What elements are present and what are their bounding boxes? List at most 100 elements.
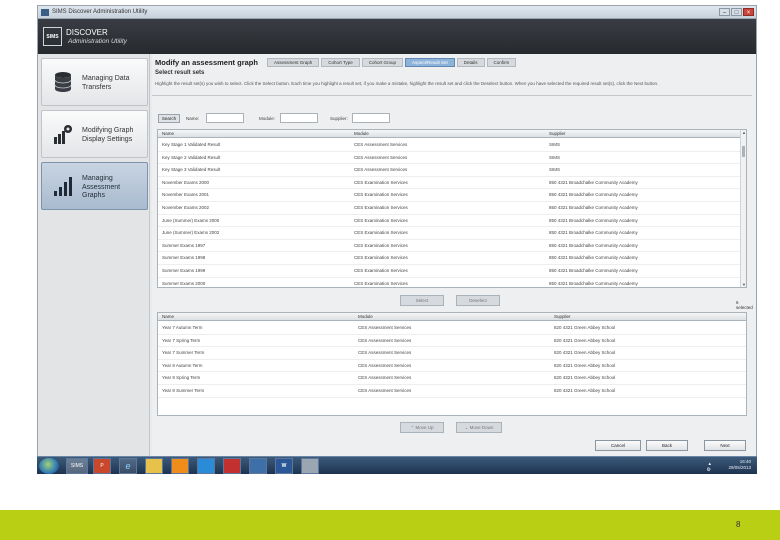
cell-name: Summer Exams 1999 bbox=[162, 268, 206, 273]
selected-count: 6 selected bbox=[736, 300, 753, 310]
column-header-module[interactable]: Module bbox=[358, 313, 373, 321]
taskbar-app-red[interactable] bbox=[223, 458, 241, 474]
table-row[interactable]: Year 7 Summer Term CES Assessment Service… bbox=[158, 347, 746, 360]
cell-module: CES Assessment Services bbox=[354, 167, 408, 173]
close-button[interactable]: × bbox=[743, 8, 754, 16]
column-header-supplier[interactable]: Supplier bbox=[554, 313, 571, 321]
wizard-step-assessment-graph[interactable]: Assessment Graph bbox=[267, 58, 320, 67]
cell-name: Key Stage 1 Validated Result bbox=[162, 142, 221, 147]
instructions-text: Highlight the result set(s) you wish to … bbox=[155, 81, 659, 86]
supplier-search-input[interactable] bbox=[352, 113, 390, 123]
cell-module: CES Assessment Services bbox=[358, 362, 412, 368]
table-row[interactable]: November Exams 2001 CES Examination Servi… bbox=[158, 189, 746, 202]
cell-supplier: 850 4321 Broadchalke Community Academy bbox=[549, 242, 638, 248]
wizard-step-confirm[interactable]: Confirm bbox=[486, 58, 517, 67]
scrollbar-thumb[interactable] bbox=[742, 146, 745, 157]
sidebar-item-modifying-graph-display-settings[interactable]: Modifying Graph Display Settings bbox=[41, 110, 148, 158]
table-row[interactable]: November Exams 2002 CES Examination Servi… bbox=[158, 202, 746, 215]
windows-taskbar: SIMS P e W ▴ ⚙ ◂ 16:40 29/05/2013 bbox=[37, 456, 757, 479]
window-titlebar: SIMS Discover Administration Utility – □… bbox=[38, 6, 756, 19]
page-number: 8 bbox=[736, 520, 741, 529]
grid-header: Name Module Supplier bbox=[158, 130, 746, 138]
cell-module: CES Assessment Services bbox=[354, 154, 408, 160]
wizard-step-details[interactable]: Details bbox=[456, 58, 485, 67]
deselect-button[interactable]: Deselect bbox=[456, 295, 500, 306]
column-header-name[interactable]: Name bbox=[162, 313, 174, 321]
cell-name: November Exams 2000 bbox=[162, 179, 210, 185]
taskbar-powerpoint[interactable]: P bbox=[93, 458, 111, 474]
table-row[interactable]: Key Stage 1 Validated Result CES Assessme… bbox=[158, 139, 746, 152]
table-row[interactable]: June (Summer) Exams 2000 CES Examination … bbox=[158, 215, 746, 228]
supplier-label: Supplier: bbox=[330, 116, 348, 121]
table-row[interactable]: Key Stage 2 Validated Result CES Assessme… bbox=[158, 152, 746, 165]
taskbar-word[interactable]: W bbox=[275, 458, 293, 474]
minimize-button[interactable]: – bbox=[719, 8, 730, 16]
cell-supplier: SIMS bbox=[549, 154, 561, 160]
window-title: SIMS Discover Administration Utility bbox=[52, 9, 148, 15]
available-result-sets-grid[interactable]: Name Module Supplier Key Stage 1 Validat… bbox=[157, 129, 747, 288]
taskbar-app-grey[interactable] bbox=[301, 458, 319, 474]
table-row[interactable]: June (Summer) Exams 2002 CES Examination … bbox=[158, 227, 746, 240]
settings-chart-icon bbox=[54, 125, 72, 144]
cell-supplier: 850 4321 Broadchalke Community Academy bbox=[549, 230, 638, 236]
sidebar-item-label: Modifying Graph bbox=[82, 127, 134, 134]
table-row[interactable]: Year 8 Autumn Term CES Assessment Service… bbox=[158, 360, 746, 373]
cell-supplier: 820 4321 Green Abbey School bbox=[554, 388, 616, 393]
table-row[interactable]: Summer Exams 1999 CES Examination Service… bbox=[158, 265, 746, 278]
cancel-button[interactable]: Cancel bbox=[595, 440, 641, 451]
start-button[interactable] bbox=[39, 458, 59, 474]
name-search-input[interactable] bbox=[206, 113, 244, 123]
search-button[interactable]: Search bbox=[158, 114, 180, 123]
sidebar-item-managing-data-transfers[interactable]: Managing Data Transfers bbox=[41, 58, 148, 106]
app-icon bbox=[41, 9, 49, 16]
move-down-button[interactable]: ⌄ Move Down bbox=[456, 422, 502, 433]
table-row[interactable]: Year 7 Spring Term CES Assessment Service… bbox=[158, 335, 746, 348]
column-header-supplier[interactable]: Supplier bbox=[549, 130, 566, 138]
scrollbar[interactable]: ▲ ▼ bbox=[740, 130, 746, 287]
wizard-step-cohort-group[interactable]: Cohort Group bbox=[361, 58, 403, 67]
table-row[interactable]: Year 8 Spring Term CES Assessment Service… bbox=[158, 372, 746, 385]
back-button[interactable]: Back bbox=[646, 440, 688, 451]
table-row[interactable]: Year 7 Autumn Term CES Assessment Service… bbox=[158, 322, 746, 335]
scroll-up-icon[interactable]: ▲ bbox=[741, 130, 746, 135]
cell-module: CES Assessment Services bbox=[354, 142, 408, 147]
taskbar-internet-explorer[interactable]: e bbox=[119, 458, 137, 474]
scroll-down-icon[interactable]: ▼ bbox=[741, 282, 746, 287]
wizard-step-cohort-type[interactable]: Cohort Type bbox=[321, 58, 360, 67]
table-row[interactable]: Summer Exams 2000 CES Examination Service… bbox=[158, 278, 746, 287]
cell-module: CES Assessment Services bbox=[358, 375, 412, 381]
taskbar-explorer-folder[interactable] bbox=[145, 458, 163, 474]
module-search-input[interactable] bbox=[280, 113, 318, 123]
taskbar-outlook[interactable] bbox=[171, 458, 189, 474]
cell-name: Summer Exams 1998 bbox=[162, 255, 206, 261]
wizard-step-aspect-result-set[interactable]: Aspect/Result Set bbox=[404, 58, 455, 67]
column-header-name[interactable]: Name bbox=[162, 130, 174, 138]
sidebar-item-label: Display Settings bbox=[82, 135, 133, 143]
column-header-module[interactable]: Module bbox=[354, 130, 369, 138]
table-row[interactable]: Key Stage 3 Validated Result CES Assessme… bbox=[158, 164, 746, 177]
tray-icons[interactable]: ▴ ⚙ ◂ bbox=[707, 461, 711, 479]
slide-footer-band bbox=[0, 510, 780, 540]
clock-date[interactable]: 29/05/2013 bbox=[728, 465, 751, 471]
sidebar-item-label: Managing Data bbox=[82, 75, 130, 82]
cell-module: CES Assessment Services bbox=[358, 325, 412, 330]
cell-name: Key Stage 3 Validated Result bbox=[162, 167, 221, 173]
table-row[interactable]: November Exams 2000 CES Examination Servi… bbox=[158, 177, 746, 190]
taskbar-app-blue[interactable] bbox=[197, 458, 215, 474]
table-row[interactable]: Summer Exams 1998 CES Examination Service… bbox=[158, 252, 746, 265]
maximize-button[interactable]: □ bbox=[731, 8, 742, 16]
taskbar-sims[interactable]: SIMS bbox=[66, 458, 88, 474]
taskbar-app-mail[interactable] bbox=[249, 458, 267, 474]
next-button[interactable]: Next bbox=[704, 440, 746, 451]
cell-name: Year 8 Summer Term bbox=[162, 388, 205, 393]
cell-module: CES Examination Services bbox=[354, 280, 408, 286]
table-row[interactable]: Year 8 Summer Term CES Assessment Service… bbox=[158, 385, 746, 398]
cell-name: Summer Exams 2000 bbox=[162, 280, 206, 286]
select-button[interactable]: Select bbox=[400, 295, 444, 306]
table-row[interactable]: Summer Exams 1997 CES Examination Service… bbox=[158, 240, 746, 253]
selected-result-sets-grid[interactable]: Name Module Supplier Year 7 Autumn Term C… bbox=[157, 312, 747, 416]
cell-name: June (Summer) Exams 2000 bbox=[162, 217, 220, 223]
cell-module: CES Assessment Services bbox=[358, 337, 412, 343]
move-up-button[interactable]: ⌃ Move Up bbox=[400, 422, 444, 433]
sidebar-item-managing-assessment-graphs[interactable]: Managing Assessment Graphs bbox=[41, 162, 148, 210]
